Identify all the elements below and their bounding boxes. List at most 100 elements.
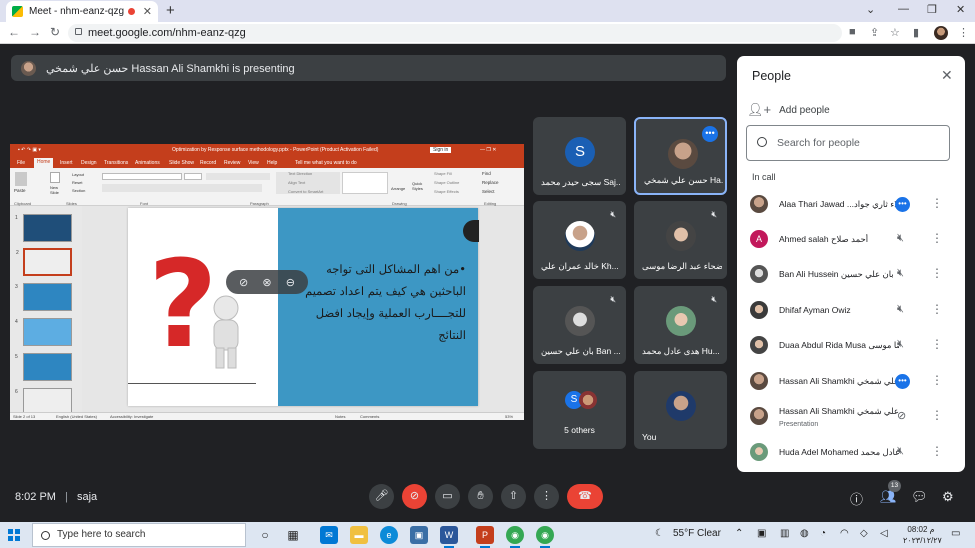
participant-row[interactable]: Huda Adel Mohamed هدى عادل محمد 🔇︎ ⋮ [737, 435, 965, 470]
close-window-button[interactable]: ✕ [956, 3, 965, 16]
screen-share-off-icon: ⊘ [897, 410, 907, 422]
mic-off-icon: 🔇︎ [610, 294, 616, 304]
participant-name: Huda Adel Mohamed هدى عادل محمد [779, 447, 899, 457]
participant-menu-icon[interactable]: ⋮ [931, 196, 943, 210]
microphone-button[interactable]: 🎤︎ [369, 484, 394, 509]
tray-icon[interactable]: ◇ [860, 528, 868, 539]
side-panel-icon[interactable]: ▮ [913, 26, 919, 39]
activities-icon[interactable]: ⚙︎ [942, 489, 954, 505]
participant-menu-icon[interactable]: ⋮ [931, 231, 943, 245]
bookmark-star-icon[interactable]: ☆ [890, 26, 900, 39]
wifi-icon[interactable]: ◠ [840, 528, 849, 539]
raise-hand-button[interactable]: ✋︎ [468, 484, 493, 509]
maximize-button[interactable]: ❐ [927, 3, 937, 16]
participant-row[interactable]: Dhifaf Ayman Owiz 🔇︎ ⋮ [737, 293, 965, 328]
chrome-app-icon-2[interactable]: ◉ [536, 526, 554, 548]
chat-icon[interactable]: 💬︎ [911, 489, 928, 505]
self-avatar [666, 391, 696, 421]
edge-browser-icon[interactable]: e [380, 526, 398, 544]
taskbar-search-input[interactable]: Type here to search [32, 523, 246, 547]
status-slide: Slide 2 of 13 [13, 414, 36, 419]
close-panel-icon[interactable]: ✕ [941, 67, 953, 84]
participant-name: Alaa Thari Jawad ...علاء ثاري جواد (You) [779, 199, 899, 209]
camera-off-button[interactable]: ⊘ [402, 484, 427, 509]
minus-icon[interactable]: ⊖ [286, 276, 295, 289]
participant-menu-icon[interactable]: ⋮ [931, 373, 943, 387]
tray-icon[interactable]: ▥ [780, 528, 789, 539]
ppt-shape-fill: Shape Fill [434, 171, 452, 176]
more-options-icon[interactable]: ••• [895, 197, 910, 212]
file-explorer-icon[interactable]: ▬ [350, 526, 368, 544]
forward-icon[interactable]: → [29, 25, 41, 39]
browser-menu-icon[interactable]: ⋮ [958, 26, 969, 39]
powerpoint-app-icon[interactable]: P [476, 526, 494, 548]
svg-text:?: ? [148, 246, 218, 371]
new-tab-button[interactable]: + [166, 2, 175, 19]
participant-menu-icon[interactable]: ⋮ [931, 444, 943, 458]
windows-start-icon[interactable] [8, 529, 20, 541]
back-icon[interactable]: ← [8, 25, 20, 39]
self-tile[interactable]: You [634, 371, 727, 449]
thumb-number: 1 [15, 215, 18, 221]
reload-icon[interactable]: ↻ [50, 25, 60, 39]
thumb-number: 4 [15, 319, 18, 325]
participant-row[interactable]: A Ahmed salah أحمد صلاح 🔇︎ ⋮ [737, 222, 965, 257]
participant-tile[interactable]: 🔇︎ ضحاء عبد الرضا موسى... [634, 201, 727, 279]
share-icon[interactable]: ⇪ [870, 26, 879, 39]
ppt-tab: Review [224, 160, 241, 166]
participant-tile[interactable]: 🔇︎ هدى عادل محمد Hu... [634, 286, 727, 364]
tray-icon[interactable]: ▣ [757, 528, 766, 539]
participant-tile[interactable]: S سجى حيدر محمد Saj... [533, 117, 626, 195]
participant-row[interactable]: Hassan Ali Shamkhi حسن علي شمخي ••• ⋮ [737, 364, 965, 399]
participant-row[interactable]: Alaa Thari Jawad ...علاء ثاري جواد (You)… [737, 187, 965, 222]
tray-icon[interactable]: ◔ [820, 528, 826, 539]
minimize-button[interactable]: — [898, 3, 909, 15]
participant-menu-icon[interactable]: ⋮ [931, 337, 943, 351]
meeting-details-icon[interactable]: ⓘ [850, 489, 863, 508]
camera-in-use-icon[interactable]: ■ [849, 26, 856, 38]
tray-chevron-icon[interactable]: ⌃ [735, 528, 743, 539]
participant-avatar [668, 139, 698, 169]
notifications-icon[interactable]: ▭ [951, 528, 960, 539]
profile-avatar[interactable] [934, 26, 948, 40]
taskbar-clock[interactable]: 08:02 م ٢٠٢٣/١٢/٢٧ [903, 524, 942, 546]
participant-menu-icon[interactable]: ⋮ [931, 408, 943, 422]
participant-menu-icon[interactable]: ⋮ [931, 266, 943, 280]
tab-search-icon[interactable]: ⌄ [866, 3, 875, 16]
participant-tile[interactable]: 🔇︎ بان علي حسين Ban ... [533, 286, 626, 364]
ppt-tell-me: Tell me what you want to do [295, 160, 357, 166]
participant-tile[interactable]: 🔇︎ خالد عمران علي Kh... [533, 201, 626, 279]
participant-row-presentation[interactable]: Hassan Ali Shamkhi حسن علي شمخي Presenta… [737, 399, 965, 434]
participant-subtitle: Presentation [779, 421, 819, 428]
participant-menu-icon[interactable]: ⋮ [931, 302, 943, 316]
more-options-icon[interactable]: ••• [702, 126, 718, 142]
network-icon[interactable]: ◍ [800, 528, 809, 539]
participant-row[interactable]: Ban Ali Hussein بان علي حسين 🔇︎ ⋮ [737, 257, 965, 292]
chrome-app-icon[interactable]: ◉ [506, 526, 524, 548]
powerpoint-titlebar: ▪ ↶ ↷ ▣ ▾ Optimization by Response surfa… [10, 144, 524, 157]
weather-text[interactable]: 55°F Clear [673, 528, 721, 539]
mic-off-icon: 🔇︎ [711, 209, 717, 219]
browser-tab[interactable]: Meet - nhm-eanz-qzg ✕ [6, 1, 158, 22]
volume-icon[interactable]: ◁ [880, 528, 888, 539]
more-options-button[interactable]: ⋮ [534, 484, 559, 509]
widgets-icon[interactable]: ▦ [284, 526, 302, 544]
close-tab-icon[interactable]: ✕ [143, 5, 152, 18]
task-view-icon[interactable]: ○ [256, 526, 274, 544]
mail-app-icon[interactable]: ✉ [320, 526, 338, 544]
word-app-icon[interactable]: W [440, 526, 458, 548]
more-options-icon[interactable]: ••• [895, 374, 910, 389]
app-icon[interactable]: ▣ [410, 526, 428, 544]
presenter-avatar [21, 60, 36, 76]
add-people-button[interactable]: 👤︎+ Add people [747, 102, 830, 118]
search-placeholder: Search for people [777, 137, 860, 149]
participant-tile-speaking[interactable]: ••• حسن علي شمخي Ha... [634, 117, 727, 195]
participant-row[interactable]: Duaa Abdul Rida Musa ضحاء عبد الرضا موسى… [737, 328, 965, 363]
others-tile[interactable]: S 5 others [533, 371, 626, 449]
captions-button[interactable]: ▭ [435, 484, 460, 509]
address-bar[interactable]: meet.google.com/nhm-eanz-qzg [68, 24, 842, 42]
search-people-input[interactable]: Search for people [746, 125, 950, 161]
leave-call-button[interactable]: ☎︎ [567, 484, 603, 509]
search-icon [757, 137, 767, 147]
present-screen-button[interactable]: ⇧ [501, 484, 526, 509]
